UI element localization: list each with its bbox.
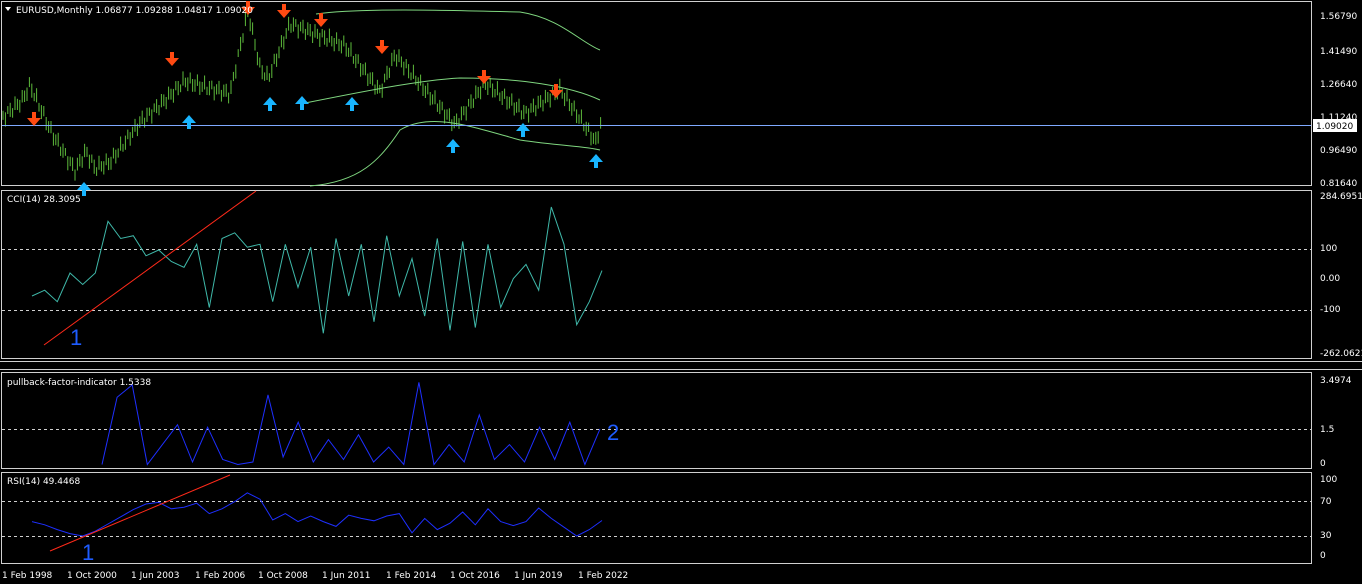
y-tick-label: 284.6951 — [1320, 192, 1362, 202]
sell-arrow-icon — [314, 13, 328, 27]
sell-arrow-icon — [27, 112, 41, 126]
buy-arrow-icon — [295, 96, 309, 110]
sell-arrow-icon — [477, 70, 491, 84]
lower-band — [309, 120, 601, 187]
sell-arrow-icon — [277, 4, 291, 18]
rsi-annotation: 1 — [82, 540, 94, 565]
y-tick-label: 1.5 — [1320, 425, 1334, 435]
y-tick-label: 1.41490 — [1320, 47, 1357, 57]
buy-arrow-icon — [182, 115, 196, 129]
x-tick-label: 1 Jun 2011 — [322, 571, 370, 581]
y-tick-label: 0 — [1320, 459, 1326, 469]
cci-trendline — [43, 190, 257, 346]
price-title: EURUSD,Monthly 1.06877 1.09288 1.04817 1… — [16, 6, 253, 16]
y-tick-label: -100 — [1320, 305, 1341, 315]
buy-arrow-icon — [263, 97, 277, 111]
x-tick-label: 1 Jun 2003 — [131, 571, 179, 581]
price-bars — [2, 6, 602, 181]
price-label: 1.09020 — [1316, 122, 1353, 132]
x-tick-label: 1 Oct 2016 — [450, 571, 500, 581]
pullback-panel-frame — [1, 372, 1312, 469]
y-tick-label: 1.56790 — [1320, 12, 1357, 22]
pullback-title: pullback-factor-indicator 1.5338 — [7, 378, 151, 388]
sell-arrow-icon — [375, 40, 389, 54]
x-tick-label: 1 Oct 2008 — [258, 571, 308, 581]
y-tick-label: 0.96490 — [1320, 146, 1357, 156]
price-panel-frame — [1, 1, 1312, 186]
cci-title: CCI(14) 28.3095 — [7, 195, 81, 205]
y-tick-label: 0 — [1320, 551, 1326, 561]
rsi-title: RSI(14) 49.4468 — [7, 477, 80, 487]
upper-band — [315, 9, 601, 51]
pullback-line — [101, 382, 601, 466]
x-tick-label: 1 Oct 2000 — [67, 571, 117, 581]
cci-line — [31, 206, 603, 334]
collapse-icon[interactable] — [5, 7, 11, 11]
buy-arrow-icon — [77, 182, 91, 196]
x-tick-label: 1 Feb 2006 — [195, 571, 246, 581]
y-tick-label: -262.0621 — [1320, 349, 1362, 359]
x-tick-label: 1 Feb 2022 — [578, 571, 628, 581]
buy-arrow-icon — [446, 139, 460, 153]
x-tick-label: 1 Feb 2014 — [386, 571, 437, 581]
y-tick-label: 1.26640 — [1320, 80, 1357, 90]
cci-annotation: 1 — [70, 325, 82, 350]
y-tick-label: 70 — [1320, 497, 1332, 507]
y-tick-label: 0.81640 — [1320, 179, 1357, 189]
x-tick-label: 1 Feb 1998 — [2, 571, 53, 581]
pullback-annotation: 2 — [607, 420, 619, 445]
buy-arrow-icon — [589, 154, 603, 168]
buy-arrow-icon — [345, 97, 359, 111]
y-tick-label: 1.11240 — [1320, 113, 1357, 123]
x-tick-label: 1 Jun 2019 — [514, 571, 563, 581]
cci-panel-frame — [1, 190, 1312, 359]
sell-arrow-icon — [165, 52, 179, 66]
y-tick-label: 100 — [1320, 475, 1337, 485]
rsi-panel-frame — [1, 472, 1312, 564]
trading-chart[interactable]: 1.09020 EURUSD,Monthly 1.06877 1.09288 1… — [0, 0, 1362, 584]
y-tick-label: 0.00 — [1320, 274, 1340, 284]
y-tick-label: 30 — [1320, 531, 1332, 541]
y-tick-label: 3.4974 — [1320, 376, 1352, 386]
y-tick-label: 100 — [1320, 244, 1337, 254]
rsi-line — [31, 492, 603, 537]
sell-arrow-icon — [549, 84, 563, 98]
